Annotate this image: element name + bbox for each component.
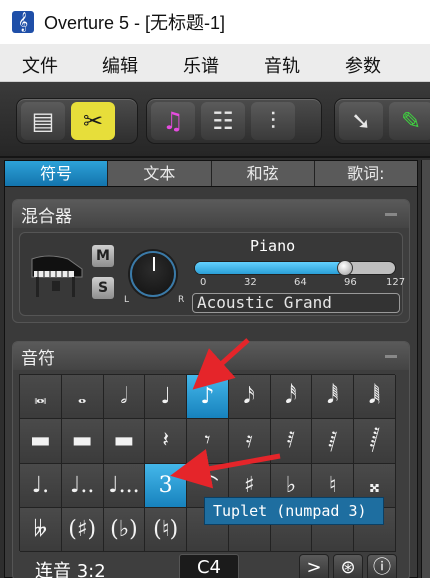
- title-bar: 𝄞 Overture 5 - [无标题-1]: [0, 0, 430, 44]
- mute-button[interactable]: M: [92, 245, 114, 267]
- midi-icon[interactable]: ⊛: [333, 554, 363, 578]
- pan-right-label: R: [178, 295, 185, 305]
- play-button[interactable]: >: [299, 554, 329, 578]
- notes-header: 音符: [13, 342, 409, 370]
- pointer-icon[interactable]: ➘: [339, 102, 383, 140]
- collapse-icon[interactable]: [385, 212, 397, 216]
- menu-parameters[interactable]: 参数: [345, 52, 381, 78]
- list-icon[interactable]: ▤: [21, 102, 65, 140]
- note-cell[interactable]: ▬: [103, 419, 146, 464]
- note-cell[interactable]: 𝄾: [187, 419, 229, 464]
- tab-text[interactable]: 文本: [108, 161, 212, 186]
- mixer-header: 混合器: [13, 200, 409, 228]
- note-cell[interactable]: ♩.: [20, 463, 62, 508]
- note-cell[interactable]: (♮): [145, 507, 188, 552]
- notes-section: 音符 𝅜 𝅝 𝅗𝅥 ♩ ♪ 𝅘𝅥𝅯 𝅘𝅥𝅰 𝅘𝅥𝅱 𝅘𝅥𝅲 ▬ ▬ ▬ 𝄽 𝄾 𝄿 𝅀 𝅁 𝅂 ♩. ♩.. ♩... 3…: [12, 341, 410, 578]
- note-cell[interactable]: 𝅜: [20, 375, 62, 420]
- tick-label: 0: [200, 277, 207, 288]
- palette-tabs: 符号 文本 和弦 歌词:: [5, 161, 417, 187]
- overture-app-icon: 𝄞: [12, 11, 34, 33]
- tab-lyrics[interactable]: 歌词:: [315, 161, 417, 186]
- mixer-icon[interactable]: ⫶: [251, 102, 295, 140]
- volume-slider[interactable]: [194, 260, 396, 276]
- tab-symbols[interactable]: 符号: [5, 161, 109, 186]
- mixer-body: M S L R Piano 0 32 64 96 127 Acoustic Gr…: [19, 232, 405, 316]
- note-cell[interactable]: 𝅂: [354, 419, 396, 464]
- toolbar: ▤ ✂ ♫ ☷ ⫶ ➘ ✎: [0, 82, 430, 158]
- note-cell[interactable]: 𝄽: [145, 419, 188, 464]
- toolbar-group-2: ♫ ☷ ⫶: [146, 98, 322, 144]
- pencil-icon[interactable]: ✎: [389, 102, 430, 140]
- note-cell[interactable]: 𝄿: [228, 419, 271, 464]
- note-cell[interactable]: 𝅀: [270, 419, 313, 464]
- note-cell[interactable]: (♯): [61, 507, 104, 552]
- tick-label: 32: [244, 277, 257, 288]
- tooltip: Tuplet (numpad 3): [204, 497, 384, 525]
- note-cell[interactable]: 𝅘𝅥𝅰: [270, 375, 313, 420]
- tick-label: 96: [344, 277, 357, 288]
- mixer-section: 混合器 M S L R Piano 0 32 64 96 127 Acousti…: [12, 199, 410, 323]
- note-cell[interactable]: ♩...: [103, 463, 146, 508]
- menu-score[interactable]: 乐谱: [183, 52, 219, 78]
- right-panel-strip: [421, 160, 430, 578]
- tab-chords[interactable]: 和弦: [212, 161, 315, 186]
- tracks-icon[interactable]: ☷: [201, 102, 245, 140]
- tick-label: 127: [386, 277, 406, 288]
- solo-button[interactable]: S: [92, 277, 114, 299]
- notes-title: 音符: [21, 348, 55, 369]
- window-title: Overture 5 - [无标题-1]: [44, 13, 226, 33]
- note-cell[interactable]: 𝅁: [312, 419, 355, 464]
- note-cell[interactable]: 𝅗𝅥: [103, 375, 146, 420]
- note-cell[interactable]: 3: [145, 463, 188, 508]
- note-cell[interactable]: ♩..: [61, 463, 104, 508]
- note-cell[interactable]: ♪: [187, 375, 229, 420]
- note-cell[interactable]: 𝄫: [20, 507, 62, 552]
- info-icon[interactable]: ⓘ: [367, 554, 397, 578]
- music-note-icon[interactable]: ♫: [151, 102, 195, 140]
- instrument-label: Piano: [250, 237, 296, 255]
- note-cell[interactable]: ♩: [145, 375, 188, 420]
- note-cell[interactable]: 𝅘𝅥𝅯: [228, 375, 271, 420]
- volume-thumb[interactable]: [337, 260, 353, 276]
- note-cell[interactable]: ▬: [20, 419, 62, 464]
- notes-footer: 连音 3:2 C4 > ⊛ ⓘ: [19, 554, 403, 578]
- tick-label: 64: [294, 277, 307, 288]
- note-cell[interactable]: 𝅘𝅥𝅱: [312, 375, 355, 420]
- collapse-icon[interactable]: [385, 354, 397, 358]
- menu-edit[interactable]: 编辑: [102, 52, 138, 78]
- grand-piano-icon: [31, 255, 83, 297]
- note-cell[interactable]: 𝅝: [61, 375, 104, 420]
- note-cell[interactable]: 𝅘𝅥𝅲: [354, 375, 396, 420]
- toolbar-group-3: ➘ ✎: [334, 98, 430, 144]
- knob-indicator: [153, 257, 155, 271]
- note-cell[interactable]: (♭): [103, 507, 146, 552]
- instrument-select[interactable]: Acoustic Grand: [192, 293, 400, 313]
- mixer-title: 混合器: [21, 206, 72, 227]
- tuplet-ratio-label: 连音 3:2: [35, 561, 106, 578]
- pitch-display[interactable]: C4: [179, 554, 239, 578]
- menu-track[interactable]: 音轨: [264, 52, 300, 78]
- note-cell[interactable]: ▬: [61, 419, 104, 464]
- menu-file[interactable]: 文件: [22, 52, 58, 78]
- pan-knob[interactable]: [130, 251, 176, 297]
- toolbar-group-1: ▤ ✂: [16, 98, 138, 144]
- tools-icon[interactable]: ✂: [71, 102, 115, 140]
- volume-ticks: 0 32 64 96 127: [200, 277, 405, 289]
- menu-bar: 文件 编辑 乐谱 音轨 参数: [0, 44, 430, 82]
- pan-left-label: L: [124, 295, 130, 305]
- volume-fill: [195, 262, 345, 274]
